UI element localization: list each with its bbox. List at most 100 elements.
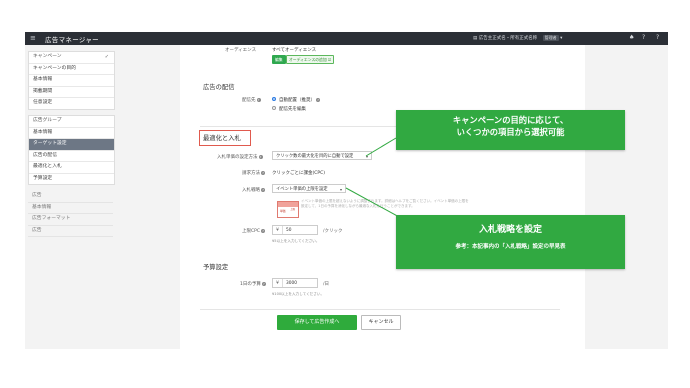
help-icon[interactable]: ? xyxy=(261,187,265,192)
currency-prefix: ¥ xyxy=(273,226,283,234)
chevron-down-icon: ▾ xyxy=(339,187,342,192)
user-menu-icon[interactable]: ? xyxy=(656,34,659,41)
sidebar: キャンペーン ✓ キャンペーンの目的 基本情報 掲載期間 任意設定 広告グループ… xyxy=(25,45,117,349)
optimization-heading: 最適化と入札 xyxy=(203,135,241,142)
daily-budget-label-text: 1日の予算 xyxy=(240,282,261,287)
bid-strategy-label-text: 入札戦略 xyxy=(242,188,260,193)
chevron-down-icon: ▾ xyxy=(365,154,368,159)
main-form: オーディエンス すべてオーディエンス 編集 オーディエンスの追加 ☑ 広告の配信… xyxy=(180,45,585,349)
placement-label-text: 配信先 xyxy=(242,98,256,103)
sidebar-item-label: 基本情報 xyxy=(33,77,53,82)
sidebar-item-label: ターゲット設定 xyxy=(33,141,67,146)
bell-icon[interactable]: ♠ xyxy=(629,34,634,41)
sidebar-item-optimization[interactable]: 最適化と入札 xyxy=(29,162,114,174)
help-icon[interactable]: ? xyxy=(642,34,645,41)
sidebar-item-label: 予算設定 xyxy=(33,175,53,181)
sidebar-item-targeting[interactable]: ターゲット設定 xyxy=(29,139,114,151)
callout-top-line2: いくつかの項目から選択可能 xyxy=(456,127,565,137)
bid-setting-label: 入札単価の設定方法? xyxy=(217,154,263,160)
bid-setting-label-text: 入札単価の設定方法 xyxy=(217,155,258,160)
account-switcher[interactable]: ▤ 広告主正式名・所有正式名称 管理者 ▾ xyxy=(473,35,562,41)
billing-value: クリックごとに課金(CPC) xyxy=(272,171,326,176)
sidebar-item-label: 基本情報 xyxy=(33,129,53,135)
sidebar-item-adgroup[interactable]: 広告グループ xyxy=(29,116,114,128)
diagram-left-label: 単価 xyxy=(280,209,286,213)
sidebar-item-adgroup-basic-info[interactable]: 基本情報 xyxy=(29,128,114,139)
cancel-button[interactable]: キャンセル xyxy=(361,315,401,330)
sidebar-item-optional[interactable]: 任意設定 xyxy=(29,98,114,109)
sidebar-item-ad-format[interactable]: 広告フォーマット xyxy=(28,214,113,226)
footer-divider xyxy=(200,309,560,310)
edit-audience-chip[interactable]: 編集 xyxy=(272,55,286,64)
sidebar-item-schedule[interactable]: 掲載期間 xyxy=(29,87,114,98)
diagram-top-label: 上限 xyxy=(290,208,296,211)
audience-value: すべてオーディエンス xyxy=(272,48,317,53)
sidebar-item-label: 広告の配信 xyxy=(33,152,57,158)
help-icon[interactable]: ? xyxy=(261,170,265,175)
sidebar-item-label: 広告 xyxy=(32,193,42,198)
sidebar-item-label: キャンペーン xyxy=(33,54,62,59)
bid-strategy-description: イベント単価の上限を超えないように調整されます。詳細はヘルプをご覧ください。イベ… xyxy=(301,199,469,208)
daily-budget-note: ¥100以上を入力してください。 xyxy=(272,292,325,296)
sidebar-ad-group: 広告 基本情報 広告フォーマット 広告 xyxy=(28,191,113,237)
budget-heading: 予算設定 xyxy=(203,264,229,271)
help-icon[interactable]: ? xyxy=(316,97,320,102)
sidebar-item-ad[interactable]: 広告 xyxy=(28,191,113,203)
placement-label: 配信先? xyxy=(242,97,261,103)
bid-strategy-value: イベント単価の上限を設定 xyxy=(276,187,328,192)
sidebar-item-campaign-objective[interactable]: キャンペーンの目的 xyxy=(29,64,114,75)
sidebar-item-campaign[interactable]: キャンペーン ✓ xyxy=(29,52,114,64)
sidebar-item-label: 広告フォーマット xyxy=(32,216,71,221)
bid-strategy-select[interactable]: イベント単価の上限を設定 ▾ xyxy=(272,184,346,193)
callout-bottom-title: 入札戦略を設定 xyxy=(478,225,542,235)
role-badge: 管理者 xyxy=(542,35,559,41)
sidebar-item-label: 広告グループ xyxy=(33,118,62,123)
max-cpc-value: 50 xyxy=(286,228,292,233)
add-audience-chip[interactable]: オーディエンスの追加 ☑ xyxy=(286,55,335,64)
billing-label: 請求方法? xyxy=(242,170,265,176)
sidebar-item-budget[interactable]: 予算設定 xyxy=(29,174,114,185)
daily-budget-input[interactable]: ¥3000 xyxy=(272,278,318,288)
bid-setting-value: クリック数の最大化を目的に自動で設定 xyxy=(276,154,354,159)
billing-label-text: 請求方法 xyxy=(242,171,260,176)
account-icon: ▤ xyxy=(473,36,478,41)
sidebar-item-label: 最適化と入札 xyxy=(33,164,62,169)
help-icon[interactable]: ? xyxy=(261,281,266,286)
sidebar-item-label: 広告 xyxy=(32,227,42,233)
placement-manual-radio[interactable] xyxy=(272,106,276,110)
hamburger-menu-icon[interactable]: ≡ xyxy=(30,34,36,42)
callout-bottom-subtitle: 参考：本記事内の「入札戦略」設定の早見表 xyxy=(455,244,566,250)
sidebar-item-ad-creative[interactable]: 広告 xyxy=(28,226,113,237)
placement-auto-radio[interactable] xyxy=(272,97,276,101)
placement-auto-text: 自動配置（推奨） xyxy=(279,98,315,103)
help-icon[interactable]: ? xyxy=(261,228,265,233)
help-icon[interactable]: ? xyxy=(258,154,263,159)
bid-setting-select[interactable]: クリック数の最大化を目的に自動で設定 ▾ xyxy=(272,151,372,160)
daily-budget-label: 1日の予算? xyxy=(240,281,266,287)
daily-budget-unit: /日 xyxy=(323,282,330,287)
chevron-down-icon: ▾ xyxy=(560,36,563,41)
daily-budget-value: 3000 xyxy=(286,281,297,286)
sidebar-item-ad-basic-info[interactable]: 基本情報 xyxy=(28,203,113,214)
check-icon: ✓ xyxy=(104,54,109,60)
save-and-create-ad-button[interactable]: 保存して広告作成へ xyxy=(277,315,357,330)
sidebar-campaign-group: キャンペーン ✓ キャンペーンの目的 基本情報 掲載期間 任意設定 xyxy=(28,51,115,110)
callout-bottom: 入札戦略を設定 参考：本記事内の「入札戦略」設定の早見表 xyxy=(396,215,625,269)
help-icon[interactable]: ? xyxy=(256,97,261,102)
sidebar-item-basic-info[interactable]: 基本情報 xyxy=(29,75,114,87)
delivery-heading: 広告の配信 xyxy=(203,84,235,91)
sidebar-item-label: 任意設定 xyxy=(33,100,53,105)
audience-label: オーディエンス xyxy=(225,48,257,53)
placement-auto-label: 自動配置（推奨）? xyxy=(279,97,320,103)
app-window: ≡ 広告マネージャー ▤ 広告主正式名・所有正式名称 管理者 ▾ ♠ ? ? キ… xyxy=(25,32,668,349)
sidebar-item-delivery[interactable]: 広告の配信 xyxy=(29,151,114,162)
max-cpc-note: ¥5以上を入力してください。 xyxy=(272,239,320,243)
currency-prefix: ¥ xyxy=(273,279,283,287)
sidebar-item-label: 基本情報 xyxy=(32,204,52,210)
max-cpc-input[interactable]: ¥50 xyxy=(272,225,318,235)
bid-strategy-label: 入札戦略? xyxy=(242,187,265,193)
sidebar-adgroup-group: 広告グループ 基本情報 ターゲット設定 広告の配信 最適化と入札 予算設定 xyxy=(28,115,115,185)
callout-top-line1: キャンペーンの目的に応じて、 xyxy=(452,115,569,125)
placement-manual-label: 配信先を編集 xyxy=(279,107,306,112)
max-cpc-label-text: 上限CPC xyxy=(242,229,260,234)
